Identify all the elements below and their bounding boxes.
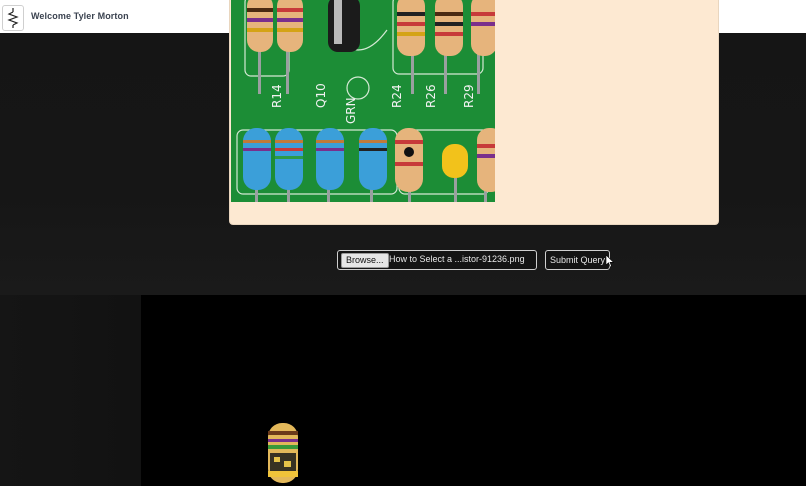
board-label-q10: Q10 bbox=[314, 83, 328, 108]
uploaded-image-card: R14 Q10 GRN R24 R26 R29 bbox=[230, 0, 718, 224]
submit-query-button[interactable]: Submit Query bbox=[545, 250, 610, 270]
resistor-logo-icon[interactable] bbox=[2, 5, 24, 31]
circuit-board-photo: R14 Q10 GRN R24 R26 R29 bbox=[231, 0, 495, 202]
browse-button[interactable]: Browse... bbox=[341, 253, 389, 268]
result-display-area bbox=[141, 295, 806, 486]
board-label-grn: GRN bbox=[344, 97, 358, 124]
board-label-r14: R14 bbox=[270, 84, 284, 108]
detected-resistor-image bbox=[268, 423, 298, 483]
left-margin-area bbox=[0, 295, 141, 486]
file-input[interactable]: Browse... How to Select a ...istor-91236… bbox=[337, 250, 537, 270]
board-label-r24: R24 bbox=[390, 84, 404, 108]
selected-file-name: How to Select a ...istor-91236.png bbox=[389, 254, 525, 264]
mouse-pointer-icon bbox=[606, 255, 615, 268]
welcome-message: Welcome Tyler Morton bbox=[31, 11, 129, 21]
board-label-r26: R26 bbox=[424, 84, 438, 108]
board-label-r29: R29 bbox=[462, 84, 476, 108]
